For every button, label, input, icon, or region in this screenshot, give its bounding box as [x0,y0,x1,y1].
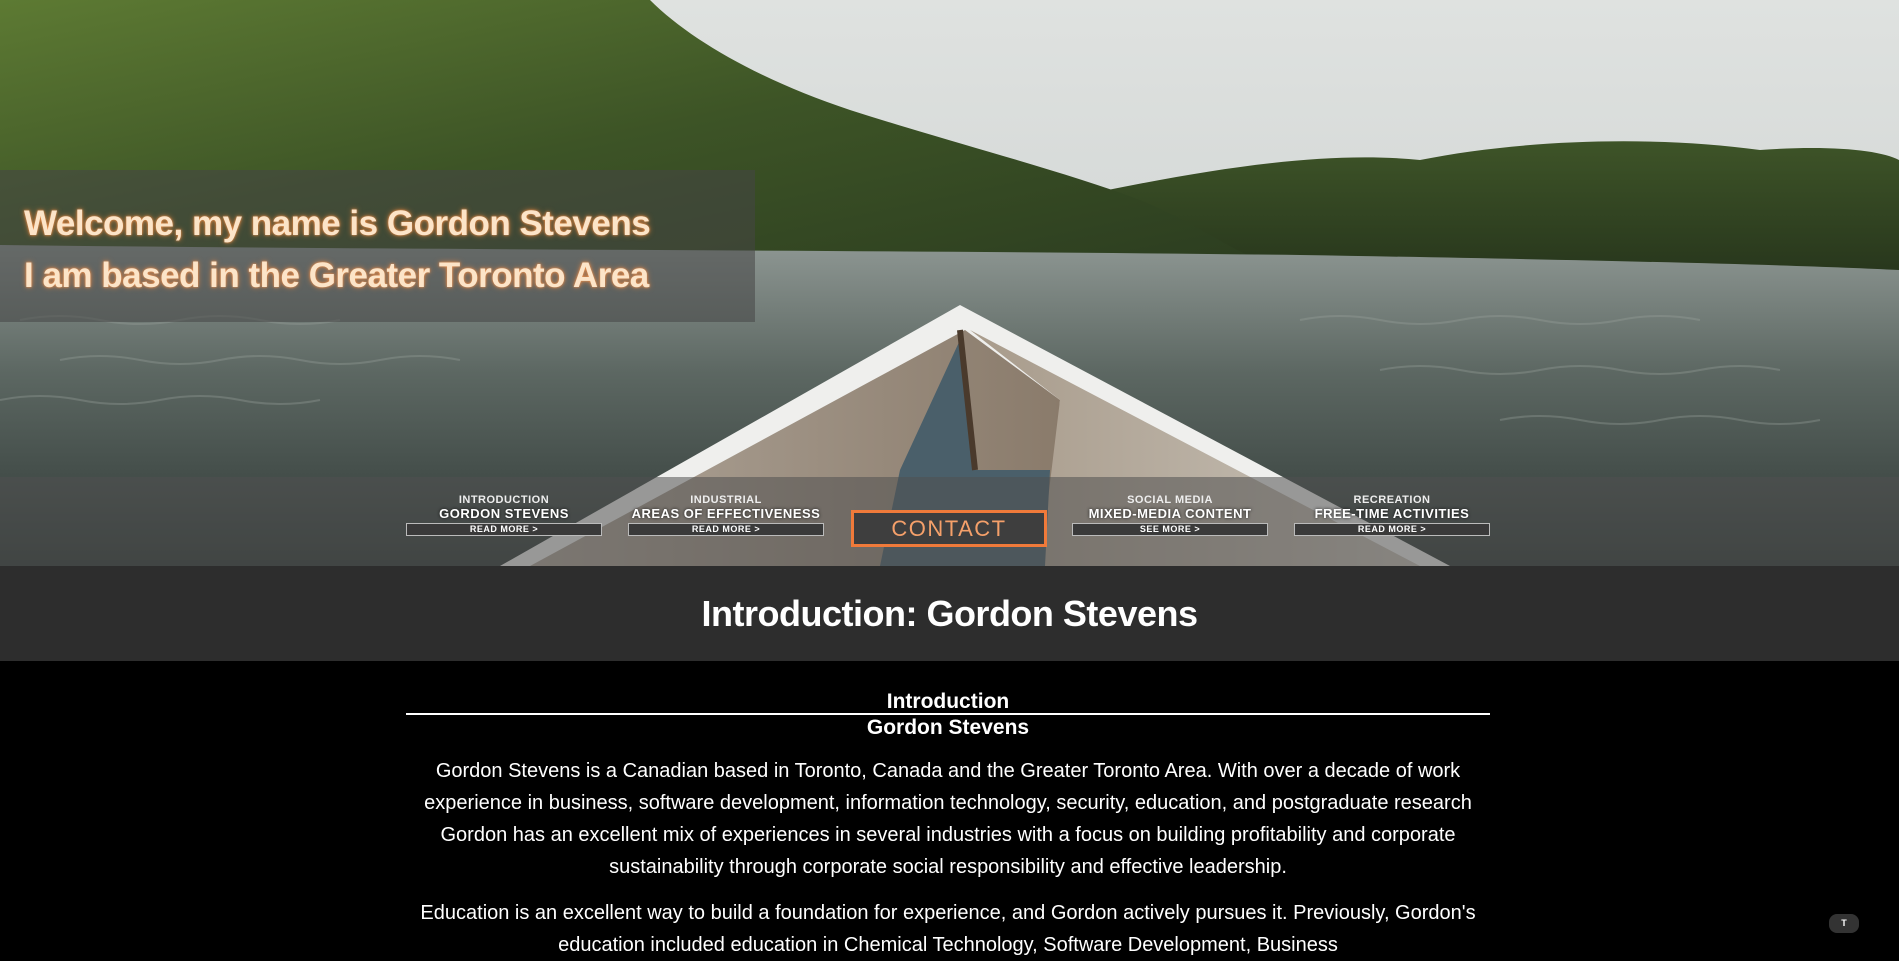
arrow-up-icon: T [1841,918,1847,928]
page-title: Introduction: Gordon Stevens [701,593,1199,634]
contact-button[interactable]: CONTACT [851,510,1047,547]
nav-kicker: INTRODUCTION [458,494,550,506]
welcome-heading: Welcome, my name is Gordon Stevens [24,204,651,243]
section-title-bar: Introduction: Gordon Stevens [0,566,1899,661]
nav-title: FREE-TIME ACTIVITIES [1314,506,1470,521]
heading-divider [406,713,1490,715]
welcome-overlay: Welcome, my name is Gordon Stevens I am … [0,170,755,322]
read-more-button[interactable]: READ MORE > [1294,523,1490,536]
nav-bar: INTRODUCTION GORDON STEVENS READ MORE > … [0,477,1899,566]
nav-kicker: INDUSTRIAL [690,494,762,506]
nav-item-social-media[interactable]: SOCIAL MEDIA MIXED-MEDIA CONTENT SEE MOR… [1072,494,1268,538]
location-heading: I am based in the Greater Toronto Area [24,256,649,295]
see-more-button[interactable]: SEE MORE > [1072,523,1268,536]
nav-item-recreation[interactable]: RECREATION FREE-TIME ACTIVITIES READ MOR… [1294,494,1490,538]
nav-item-introduction[interactable]: INTRODUCTION GORDON STEVENS READ MORE > [406,494,602,538]
read-more-button[interactable]: READ MORE > [406,523,602,536]
scroll-to-top-button[interactable]: T [1829,914,1859,933]
nav-item-industrial[interactable]: INDUSTRIAL AREAS OF EFFECTIVENESS READ M… [628,494,824,538]
nav-kicker: SOCIAL MEDIA [1127,494,1213,506]
nav-title: GORDON STEVENS [439,506,569,521]
hero-banner: Welcome, my name is Gordon Stevens I am … [0,0,1899,566]
intro-paragraph-1: Gordon Stevens is a Canadian based in To… [424,760,1472,878]
nav-title: AREAS OF EFFECTIVENESS [631,506,821,521]
nav-kicker: RECREATION [1353,494,1431,506]
nav-title: MIXED-MEDIA CONTENT [1088,506,1252,521]
read-more-button[interactable]: READ MORE > [628,523,824,536]
intro-paragraph-2: Education is an excellent way to build a… [420,902,1476,956]
intro-heading: Introduction [886,690,1010,713]
intro-subheading: Gordon Stevens [866,716,1030,739]
intro-content: Introduction Gordon Stevens Gordon Steve… [0,661,1899,958]
